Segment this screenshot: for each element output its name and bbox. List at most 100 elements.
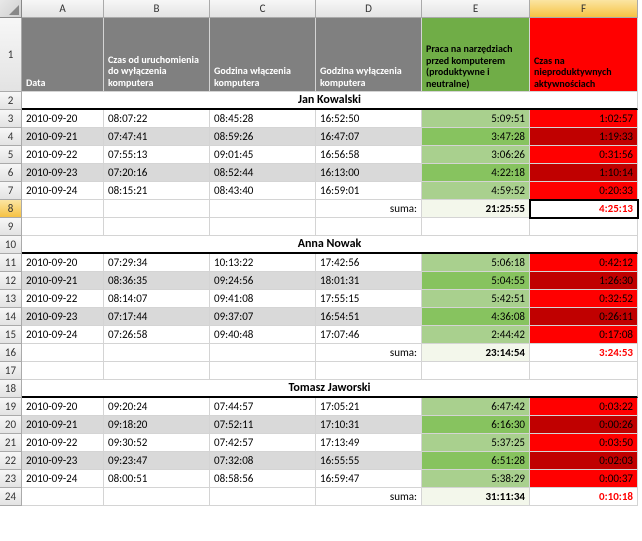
sum-label[interactable]: suma: [316,488,422,506]
cell[interactable]: 08:59:26 [210,128,316,146]
row-header-19[interactable]: 19 [0,398,22,416]
cell[interactable]: 3:06:26 [422,146,530,164]
cell[interactable]: 07:44:57 [210,398,316,416]
row-header-8[interactable]: 8 [0,200,22,218]
cell[interactable]: 09:01:45 [210,146,316,164]
cell[interactable]: 0:31:56 [530,146,638,164]
col-header-E[interactable]: E [422,0,530,18]
sum-e[interactable]: 21:25:55 [422,200,530,218]
cell[interactable]: 1:10:14 [530,164,638,182]
cell[interactable] [104,344,210,362]
cell[interactable] [22,344,104,362]
col-header-A[interactable]: A [22,0,104,18]
sum-label[interactable]: suma: [316,344,422,362]
row-header-1[interactable]: 1 [0,18,22,92]
row-header-14[interactable]: 14 [0,308,22,326]
cell[interactable]: 17:42:56 [316,254,422,272]
cell[interactable]: 08:58:56 [210,470,316,488]
cell[interactable]: 1:26:30 [530,272,638,290]
cell[interactable] [22,200,104,218]
cell[interactable]: 07:17:44 [104,308,210,326]
row-header-4[interactable]: 4 [0,128,22,146]
cell[interactable]: 17:55:15 [316,290,422,308]
cell[interactable] [104,200,210,218]
cell[interactable]: 5:04:55 [422,272,530,290]
cell[interactable]: 0:00:37 [530,470,638,488]
row-header-22[interactable]: 22 [0,452,22,470]
cell[interactable] [104,218,210,236]
header-date[interactable]: Data [22,18,104,92]
cell[interactable]: 09:23:47 [104,452,210,470]
row-header-24[interactable]: 24 [0,488,22,506]
cell[interactable]: 2010-09-23 [22,308,104,326]
cell[interactable]: 09:41:08 [210,290,316,308]
sum-e[interactable]: 31:11:34 [422,488,530,506]
header-productive[interactable]: Praca na narzędziach przed komputerem (p… [422,18,530,92]
cell[interactable]: 5:38:29 [422,470,530,488]
cell[interactable]: 08:07:22 [104,110,210,128]
cell[interactable] [316,218,422,236]
cell[interactable]: 2010-09-20 [22,254,104,272]
cell[interactable]: 3:47:28 [422,128,530,146]
cell[interactable]: 07:26:58 [104,326,210,344]
cell[interactable]: 17:10:31 [316,416,422,434]
cell[interactable]: 09:24:56 [210,272,316,290]
sum-f[interactable]: 4:25:13 [530,200,638,218]
cell[interactable] [210,218,316,236]
cell[interactable] [422,362,530,380]
cell[interactable]: 2010-09-23 [22,164,104,182]
cell[interactable]: 17:13:49 [316,434,422,452]
cell[interactable]: 07:29:34 [104,254,210,272]
cell[interactable]: 2010-09-24 [22,470,104,488]
col-header-C[interactable]: C [210,0,316,18]
cell[interactable]: 08:36:35 [104,272,210,290]
select-all-corner[interactable] [0,0,22,18]
row-header-21[interactable]: 21 [0,434,22,452]
cell[interactable] [210,200,316,218]
cell[interactable]: 0:20:33 [530,182,638,200]
cell[interactable]: 0:03:50 [530,434,638,452]
cell[interactable]: 16:56:58 [316,146,422,164]
cell[interactable]: 18:01:31 [316,272,422,290]
cell[interactable]: 0:00:26 [530,416,638,434]
row-header-10[interactable]: 10 [0,236,22,254]
row-header-2[interactable]: 2 [0,92,22,110]
cell[interactable]: 5:37:25 [422,434,530,452]
cell[interactable]: 08:45:28 [210,110,316,128]
cell[interactable]: 1:02:57 [530,110,638,128]
cell[interactable]: 17:07:46 [316,326,422,344]
row-header-18[interactable]: 18 [0,380,22,398]
cell[interactable]: 2010-09-21 [22,416,104,434]
cell[interactable]: 08:00:51 [104,470,210,488]
cell[interactable]: 4:36:08 [422,308,530,326]
cell[interactable]: 2010-09-23 [22,452,104,470]
row-header-7[interactable]: 7 [0,182,22,200]
cell[interactable]: 2010-09-24 [22,182,104,200]
sum-f[interactable]: 3:24:53 [530,344,638,362]
cell[interactable] [104,362,210,380]
cell[interactable]: 07:55:13 [104,146,210,164]
cell[interactable]: 10:13:22 [210,254,316,272]
cell[interactable]: 2010-09-20 [22,398,104,416]
cell[interactable]: 17:05:21 [316,398,422,416]
row-header-13[interactable]: 13 [0,290,22,308]
cell[interactable]: 09:37:07 [210,308,316,326]
cell[interactable]: 08:14:07 [104,290,210,308]
cell[interactable]: 0:02:03 [530,452,638,470]
cell[interactable]: 0:26:11 [530,308,638,326]
row-header-3[interactable]: 3 [0,110,22,128]
sum-e[interactable]: 23:14:54 [422,344,530,362]
cell[interactable] [530,362,638,380]
sum-f[interactable]: 0:10:18 [530,488,638,506]
cell[interactable]: 07:47:41 [104,128,210,146]
cell[interactable]: 07:52:11 [210,416,316,434]
cell[interactable]: 0:03:22 [530,398,638,416]
cell[interactable]: 2010-09-21 [22,272,104,290]
col-header-F[interactable]: F [530,0,638,18]
header-unproductive[interactable]: Czas na nieproduktywnych aktywnościach [530,18,638,92]
row-header-17[interactable]: 17 [0,362,22,380]
person-name[interactable]: Tomasz Jaworski [22,380,638,398]
person-name[interactable]: Jan Kowalski [22,92,638,110]
header-on-time[interactable]: Godzina włączenia komputera [210,18,316,92]
cell[interactable]: 2010-09-24 [22,326,104,344]
